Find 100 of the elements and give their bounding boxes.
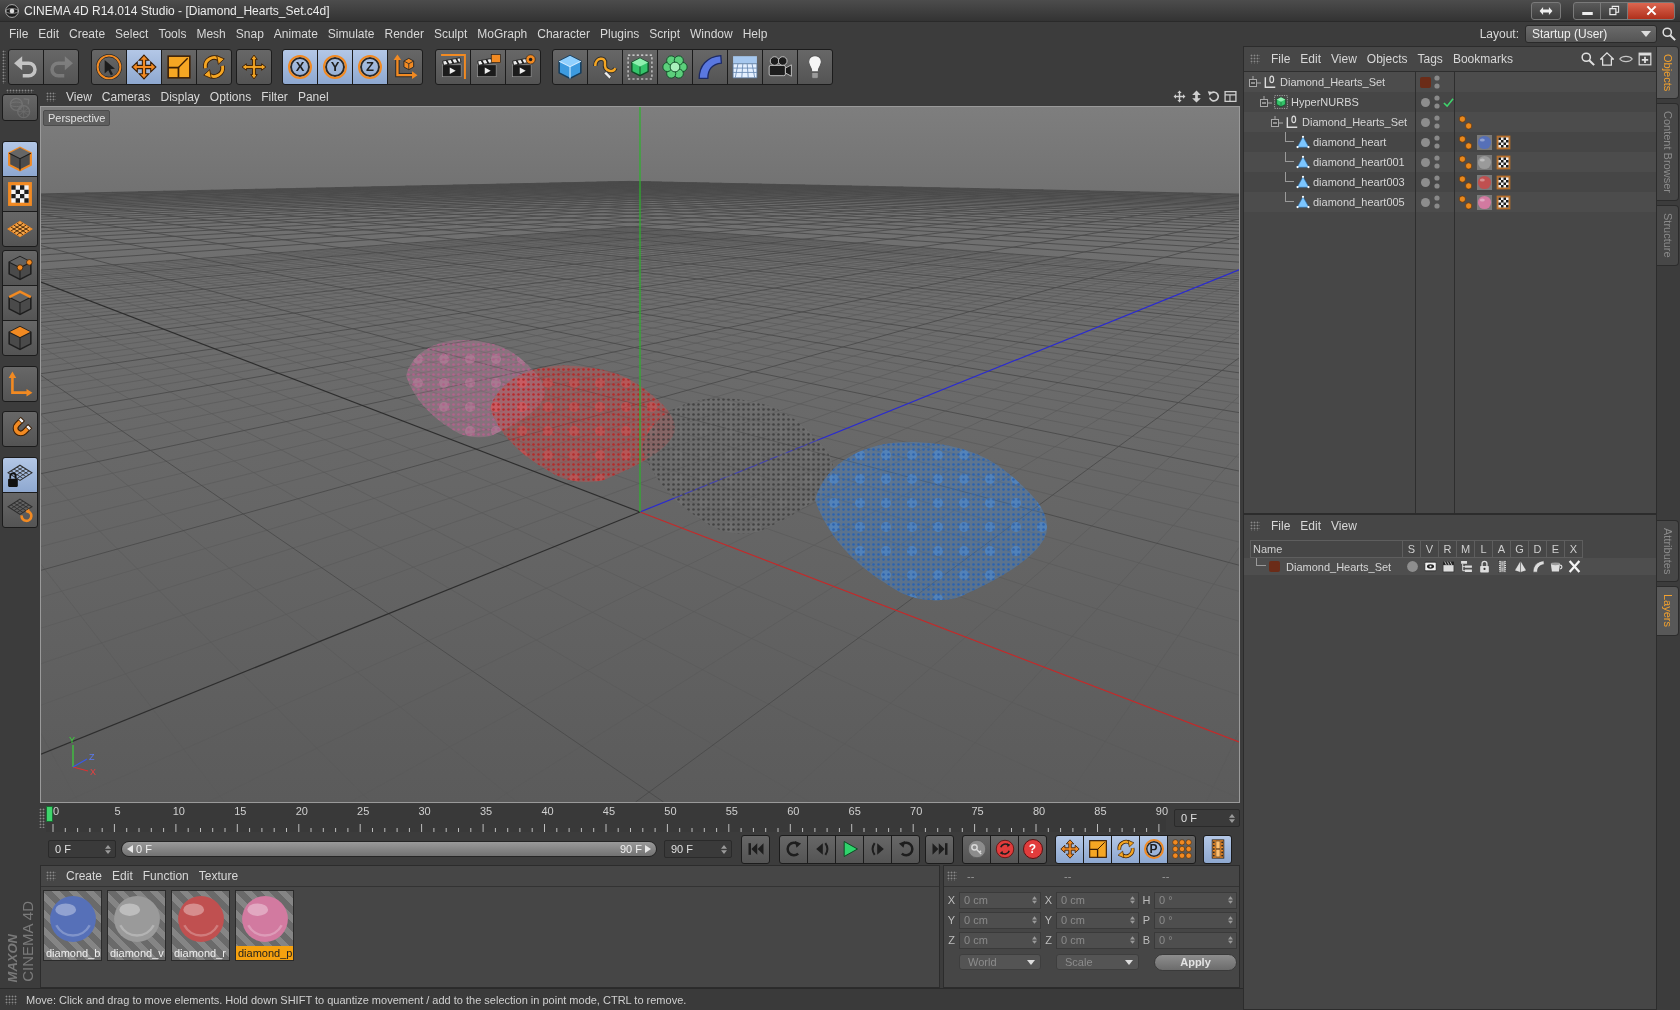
- material-tile[interactable]: diamond_p: [235, 890, 294, 961]
- current-frame-field[interactable]: 0 F: [1174, 809, 1240, 827]
- visibility-dots-icon[interactable]: [1434, 175, 1440, 189]
- visibility-dots-icon[interactable]: [1434, 155, 1440, 169]
- menu-item[interactable]: View: [61, 89, 97, 104]
- texture-mode-button[interactable]: [2, 176, 38, 212]
- menu-item[interactable]: Help: [737, 27, 773, 41]
- menu-item[interactable]: Select: [110, 27, 154, 41]
- axis-lock-button[interactable]: X: [282, 48, 318, 85]
- menu-item[interactable]: Edit: [107, 869, 138, 883]
- solo-dot-icon[interactable]: [1405, 560, 1419, 573]
- model-mode-button[interactable]: [2, 141, 38, 177]
- x-mark-icon[interactable]: [1567, 560, 1581, 573]
- two-dots-icon[interactable]: [1458, 174, 1473, 190]
- undo-button[interactable]: [8, 48, 44, 85]
- autokey-button[interactable]: [990, 834, 1019, 864]
- menu-item[interactable]: Edit: [33, 27, 65, 41]
- axis-mode-button[interactable]: [2, 366, 38, 402]
- grip-handle[interactable]: [6, 89, 34, 93]
- object-name[interactable]: diamond_heart: [1313, 136, 1387, 148]
- scale-tool-button[interactable]: [161, 48, 197, 85]
- grip-handle[interactable]: [46, 871, 56, 881]
- record-button[interactable]: [962, 834, 991, 864]
- menu-item[interactable]: Panel: [292, 89, 334, 104]
- light-button[interactable]: [797, 48, 833, 85]
- next-key-button[interactable]: [891, 834, 920, 864]
- spline-pen-button[interactable]: [587, 48, 623, 85]
- menu-item[interactable]: Window: [685, 27, 738, 41]
- snap-button[interactable]: [2, 411, 38, 447]
- check-icon[interactable]: [1443, 96, 1454, 108]
- layer-color-swatch[interactable]: [1269, 561, 1280, 572]
- parameter-key-button[interactable]: P: [1139, 834, 1168, 864]
- orbit-arrow-icon[interactable]: [1207, 90, 1220, 103]
- render-settings-button[interactable]: [505, 48, 541, 85]
- timeline-ruler[interactable]: 0 5 10 15 20 25 30 35 40 45 50 55 60 65 70 75 80 85 90: [46, 804, 1166, 832]
- timeline-button[interactable]: [1203, 834, 1232, 864]
- object-name[interactable]: HyperNURBS: [1291, 96, 1359, 108]
- resize-button[interactable]: [1531, 1, 1561, 20]
- menu-item[interactable]: Texture: [193, 869, 244, 883]
- hierarchy-icon[interactable]: [1459, 560, 1473, 573]
- keyframe-selection-button[interactable]: ?: [1018, 834, 1047, 864]
- side-tab[interactable]: Layers: [1657, 586, 1679, 636]
- edges-mode-button[interactable]: [2, 285, 38, 321]
- material-tag-icon[interactable]: [1477, 194, 1492, 210]
- menu-item[interactable]: Render: [379, 27, 429, 41]
- close-button[interactable]: [1627, 1, 1675, 20]
- array-button[interactable]: [657, 48, 693, 85]
- range-slider[interactable]: 0 F 90 F: [121, 841, 657, 857]
- layout-dropdown[interactable]: Startup (User): [1525, 25, 1657, 43]
- search-icon[interactable]: [1581, 52, 1595, 66]
- menu-item[interactable]: Edit: [1295, 519, 1327, 533]
- column-header[interactable]: Name: [1250, 540, 1403, 558]
- two-dots-icon[interactable]: [1458, 154, 1473, 170]
- grip-handle[interactable]: [39, 808, 45, 828]
- material-tag-icon[interactable]: [1477, 154, 1492, 170]
- home-icon[interactable]: [1600, 52, 1614, 66]
- live-selection-button[interactable]: [91, 48, 127, 85]
- up-down-arrows-icon[interactable]: [1190, 90, 1203, 103]
- two-dots-icon[interactable]: [1458, 114, 1473, 130]
- material-name[interactable]: diamond_v: [108, 946, 165, 960]
- menu-item[interactable]: Sculpt: [428, 27, 473, 41]
- menu-item[interactable]: Script: [644, 27, 685, 41]
- visibility-dots-icon[interactable]: [1434, 75, 1440, 89]
- planar-workplane-button[interactable]: [2, 492, 38, 528]
- clapperboard-icon[interactable]: [1441, 560, 1455, 573]
- menu-item[interactable]: View: [1326, 519, 1362, 533]
- search-icon[interactable]: [1662, 27, 1676, 41]
- cube-button[interactable]: [552, 48, 588, 85]
- last-tool-button[interactable]: [236, 48, 272, 85]
- visibility-dots-icon[interactable]: [1434, 195, 1440, 209]
- material-tag-icon[interactable]: [1477, 134, 1492, 150]
- two-dots-icon[interactable]: [1458, 134, 1473, 150]
- visibility-dots-icon[interactable]: [1434, 115, 1440, 129]
- menu-item[interactable]: View: [1326, 52, 1362, 66]
- object-name[interactable]: diamond_heart001: [1313, 156, 1405, 168]
- menu-item[interactable]: Simulate: [322, 27, 380, 41]
- axis-lock-button[interactable]: Y: [317, 48, 353, 85]
- menu-item[interactable]: Tools: [153, 27, 192, 41]
- window-layout-icon[interactable]: [1224, 90, 1237, 103]
- camera-button[interactable]: [762, 48, 798, 85]
- go-to-start-button[interactable]: [741, 834, 770, 864]
- render-to-picture-viewer-button[interactable]: [470, 48, 506, 85]
- bend-deformer-button[interactable]: [692, 48, 728, 85]
- grip-handle[interactable]: [1250, 521, 1260, 531]
- checker-tag-icon[interactable]: [1496, 154, 1511, 170]
- object-name[interactable]: Diamond_Hearts_Set: [1302, 116, 1408, 128]
- lock-icon[interactable]: [1477, 560, 1491, 573]
- side-tab[interactable]: Objects: [1657, 46, 1679, 100]
- menu-item[interactable]: Animate: [268, 27, 323, 41]
- playhead[interactable]: [46, 806, 53, 822]
- checker-tag-icon[interactable]: [1496, 174, 1511, 190]
- object-name[interactable]: Diamond_Hearts_Set: [1280, 76, 1386, 88]
- menu-item[interactable]: File: [4, 27, 34, 41]
- minimize-button[interactable]: [1573, 1, 1601, 20]
- cup-icon[interactable]: [1549, 560, 1563, 573]
- axis-lock-button[interactable]: Z: [352, 48, 388, 85]
- film-strip-icon[interactable]: [1495, 560, 1509, 573]
- menu-item[interactable]: Create: [61, 869, 108, 883]
- menu-item[interactable]: Edit: [1295, 52, 1327, 66]
- lock-workplane-button[interactable]: [2, 457, 38, 493]
